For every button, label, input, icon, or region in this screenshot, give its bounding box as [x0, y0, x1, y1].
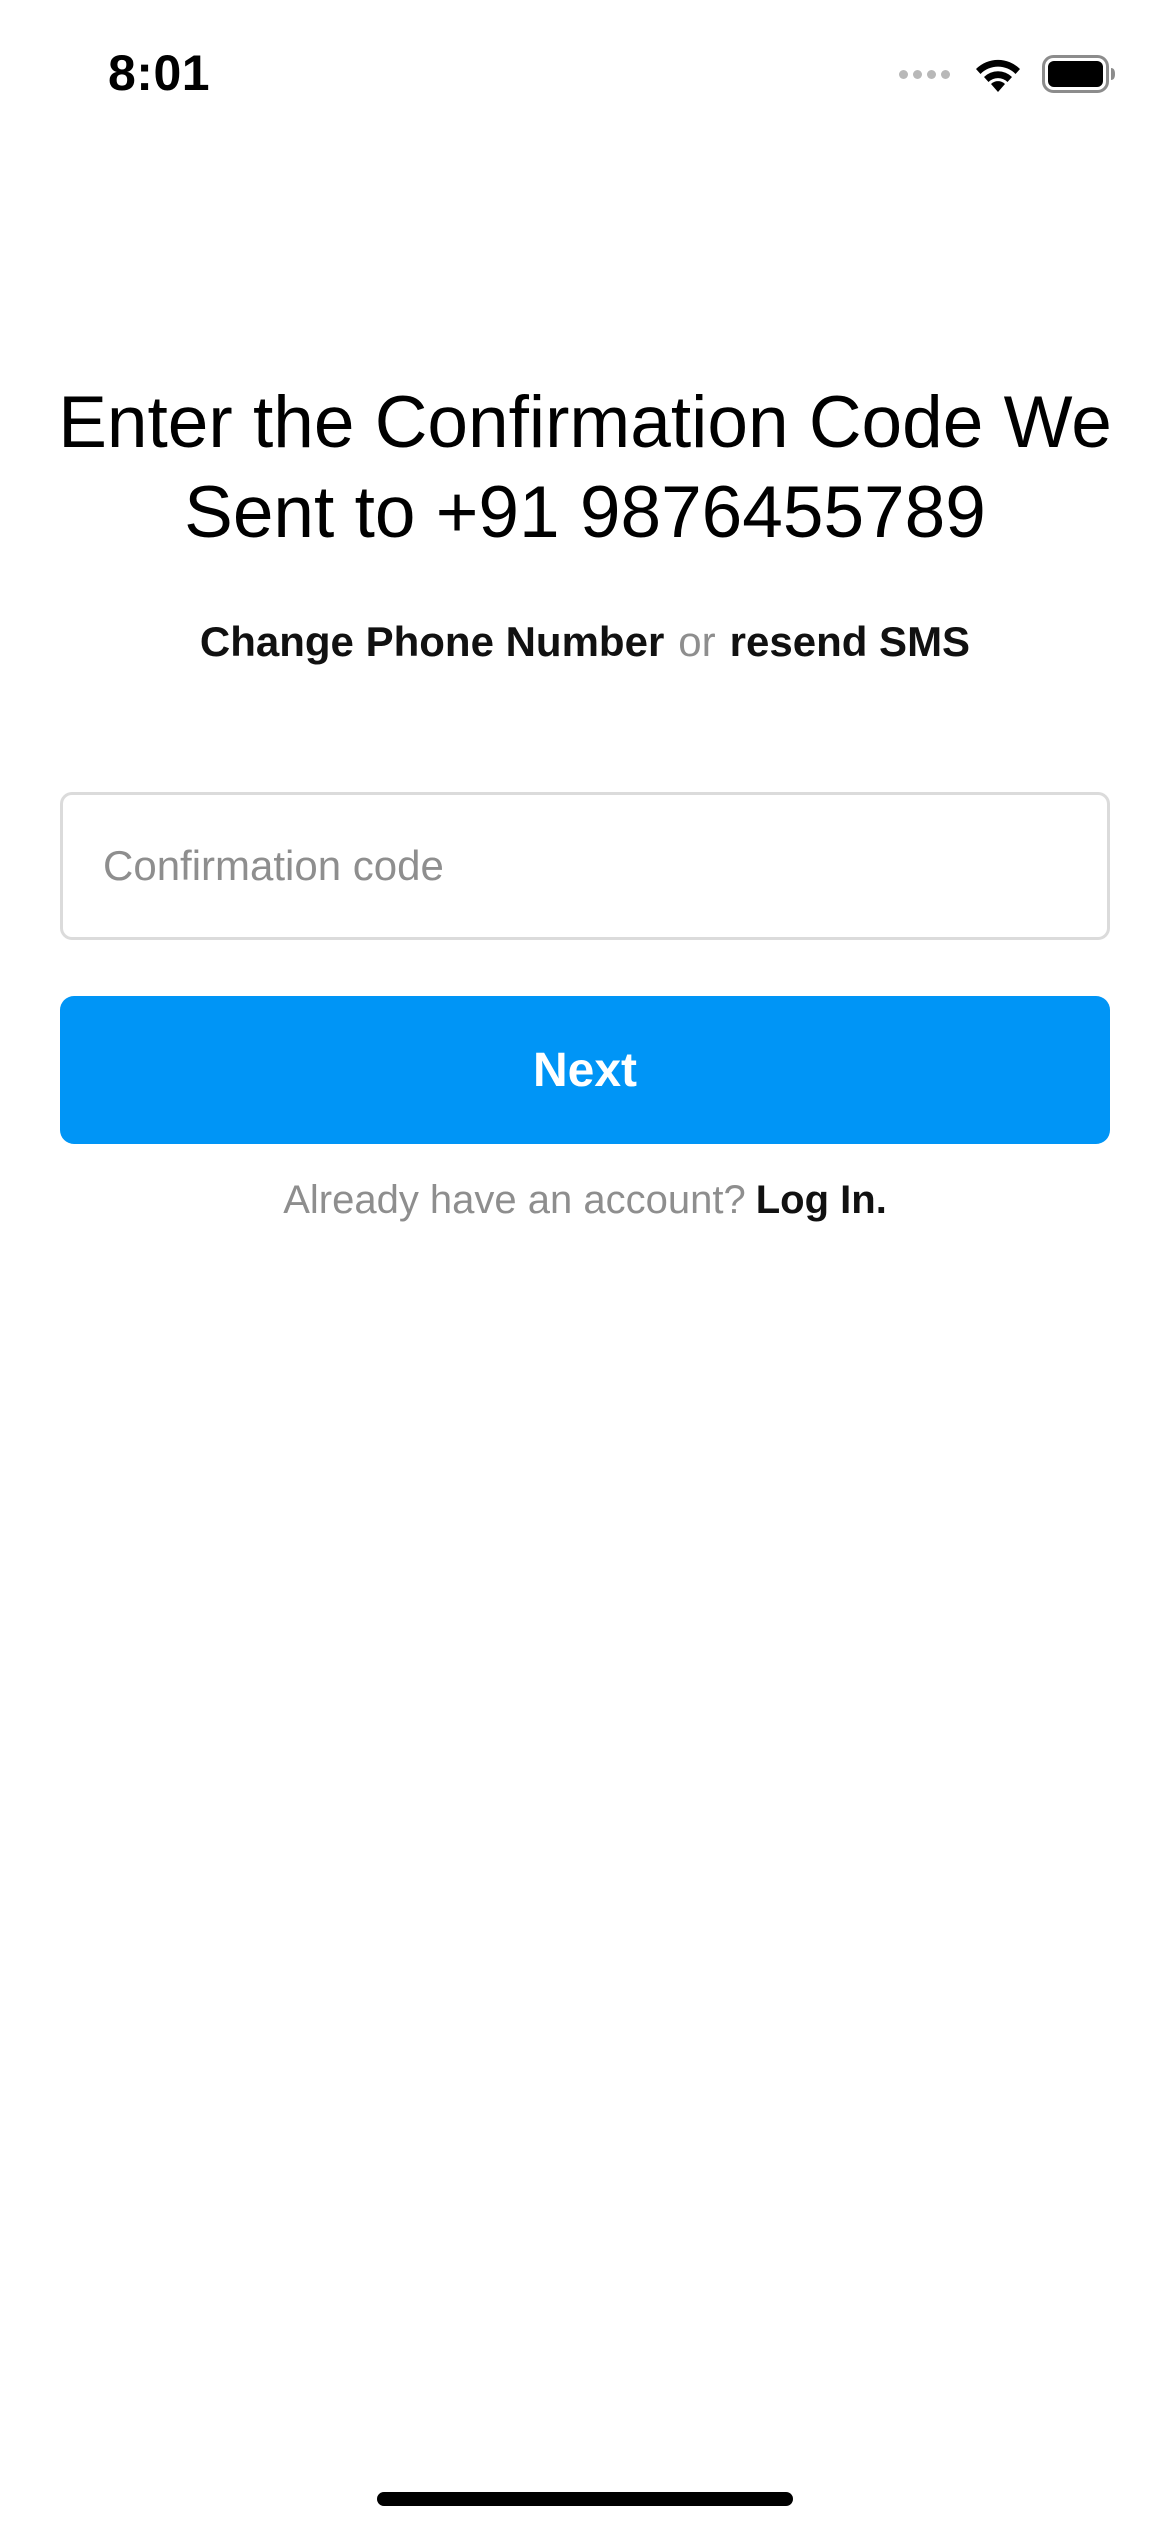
page-title: Enter the Confirmation Code We Sent to +… [58, 382, 1112, 553]
login-link[interactable]: Log In. [756, 1178, 887, 1222]
login-prompt-row: Already have an account? Log In. [0, 1172, 1170, 1228]
confirmation-code-screen: 8:01 Enter the Confirmation Code We Sent… [0, 0, 1170, 2532]
wifi-icon [972, 54, 1024, 94]
change-phone-number-link[interactable]: Change Phone Number [200, 618, 664, 665]
or-separator: or [678, 618, 716, 665]
next-button[interactable]: Next [60, 996, 1110, 1144]
resend-sms-link[interactable]: resend SMS [730, 618, 970, 665]
home-indicator[interactable] [377, 2492, 793, 2506]
confirmation-code-input[interactable] [60, 792, 1110, 940]
status-bar: 8:01 [0, 0, 1170, 150]
change-or-resend-row: Change Phone Number or resend SMS [0, 614, 1170, 670]
cellular-signal-icon [899, 69, 950, 79]
battery-icon [1042, 55, 1116, 93]
login-prompt-text: Already have an account? [283, 1178, 746, 1222]
status-icons [899, 52, 1116, 96]
status-time: 8:01 [108, 45, 211, 101]
